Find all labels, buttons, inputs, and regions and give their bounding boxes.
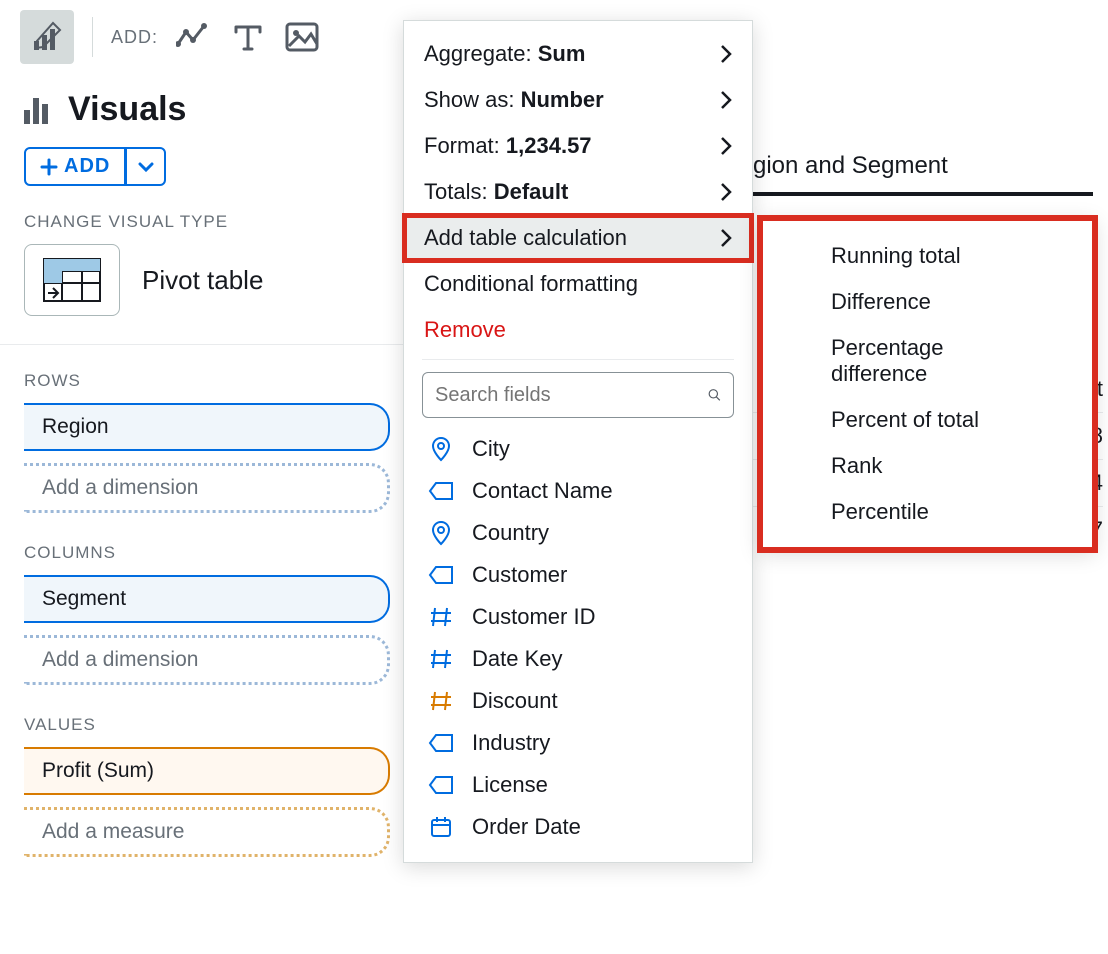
field-item-label: Customer ID	[472, 604, 595, 630]
field-item[interactable]: Customer	[404, 554, 752, 596]
submenu-item[interactable]: Percent of total	[761, 397, 1094, 443]
menu-add-table-calculation[interactable]: Add table calculation	[404, 215, 752, 261]
geo-field-icon	[428, 520, 454, 546]
field-item[interactable]: City	[404, 428, 752, 470]
chevron-right-icon	[720, 136, 732, 156]
add-visual-button[interactable]: ADD	[24, 147, 126, 186]
menu-aggregate[interactable]: Aggregate: Sum	[404, 31, 752, 77]
submenu-item[interactable]: Percentile	[761, 489, 1094, 535]
field-search-input[interactable]	[435, 384, 700, 407]
rows-label: ROWS	[24, 371, 390, 391]
menu-remove[interactable]: Remove	[404, 307, 752, 353]
geo-field-icon	[428, 436, 454, 462]
date-field-icon	[428, 814, 454, 840]
columns-label: COLUMNS	[24, 543, 390, 563]
visuals-panel: Visuals ADD CHANGE VISUAL TYPE	[0, 70, 410, 887]
caret-down-icon	[138, 162, 154, 172]
chevron-right-icon	[720, 182, 732, 202]
field-item[interactable]: Order Date	[404, 806, 752, 848]
add-label: ADD:	[111, 27, 158, 48]
dim-field-icon	[428, 478, 454, 504]
dim-field-icon	[428, 562, 454, 588]
field-context-menu: Aggregate: Sum Show as: Number Format: 1…	[403, 20, 753, 863]
add-text-button[interactable]	[230, 19, 266, 55]
bars-icon	[24, 96, 54, 124]
field-item-label: Industry	[472, 730, 550, 756]
dim-field-icon	[428, 730, 454, 756]
add-visual-dropdown[interactable]	[126, 147, 166, 186]
field-item-label: Order Date	[472, 814, 581, 840]
field-item[interactable]: Date Key	[404, 638, 752, 680]
field-item[interactable]: Discount	[404, 680, 752, 722]
values-add-measure-placeholder[interactable]: Add a measure	[24, 807, 390, 857]
chart-title-fragment: gion and Segment	[753, 150, 1103, 192]
search-icon	[708, 384, 721, 406]
rows-add-dimension-placeholder[interactable]: Add a dimension	[24, 463, 390, 513]
field-item[interactable]: Contact Name	[404, 470, 752, 512]
submenu-item[interactable]: Rank	[761, 443, 1094, 489]
columns-field-segment[interactable]: Segment	[24, 575, 390, 623]
field-item[interactable]: License	[404, 764, 752, 806]
field-item[interactable]: Country	[404, 512, 752, 554]
submenu-item[interactable]: Running total	[761, 233, 1094, 279]
chart-type-button[interactable]	[20, 10, 74, 64]
line-chart-icon	[176, 22, 212, 52]
visual-type-name: Pivot table	[142, 265, 263, 296]
field-item-label: Date Key	[472, 646, 563, 672]
text-icon	[232, 21, 264, 53]
field-item-label: Contact Name	[472, 478, 613, 504]
rows-field-region[interactable]: Region	[24, 403, 390, 451]
values-label: VALUES	[24, 715, 390, 735]
panel-title: Visuals	[68, 90, 186, 129]
menu-divider	[422, 359, 734, 360]
add-image-button[interactable]	[284, 19, 320, 55]
chevron-right-icon	[720, 90, 732, 110]
num-field-icon	[428, 646, 454, 672]
submenu-item[interactable]: Difference	[761, 279, 1094, 325]
divider	[0, 344, 414, 345]
menu-totals[interactable]: Totals: Default	[404, 169, 752, 215]
add-visual-label: ADD	[64, 155, 110, 178]
menu-format[interactable]: Format: 1,234.57	[404, 123, 752, 169]
table-calculation-submenu: Running totalDifferencePercentage differ…	[760, 218, 1095, 550]
chevron-right-icon	[720, 44, 732, 64]
change-visual-type-label: CHANGE VISUAL TYPE	[24, 212, 390, 232]
separator	[92, 17, 93, 57]
bar-pencil-icon	[31, 21, 63, 53]
dim-field-icon	[428, 772, 454, 798]
visual-type-tile[interactable]	[24, 244, 120, 316]
field-item-label: City	[472, 436, 510, 462]
menu-show-as[interactable]: Show as: Number	[404, 77, 752, 123]
chart-title-divider	[753, 192, 1093, 196]
field-item-label: License	[472, 772, 548, 798]
pivot-table-icon	[42, 257, 102, 303]
submenu-item[interactable]: Percentage difference	[761, 325, 1094, 397]
field-item[interactable]: Customer ID	[404, 596, 752, 638]
chevron-right-icon	[720, 228, 732, 248]
field-item-label: Country	[472, 520, 549, 546]
field-item-label: Discount	[472, 688, 558, 714]
add-line-chart-button[interactable]	[176, 19, 212, 55]
field-item-label: Customer	[472, 562, 567, 588]
image-icon	[285, 22, 319, 52]
columns-add-dimension-placeholder[interactable]: Add a dimension	[24, 635, 390, 685]
menu-conditional-formatting[interactable]: Conditional formatting	[404, 261, 752, 307]
plus-icon	[40, 158, 58, 176]
values-field-profit[interactable]: Profit (Sum)	[24, 747, 390, 795]
num-field-icon	[428, 604, 454, 630]
field-item[interactable]: Industry	[404, 722, 752, 764]
field-search[interactable]	[422, 372, 734, 418]
numorange-field-icon	[428, 688, 454, 714]
